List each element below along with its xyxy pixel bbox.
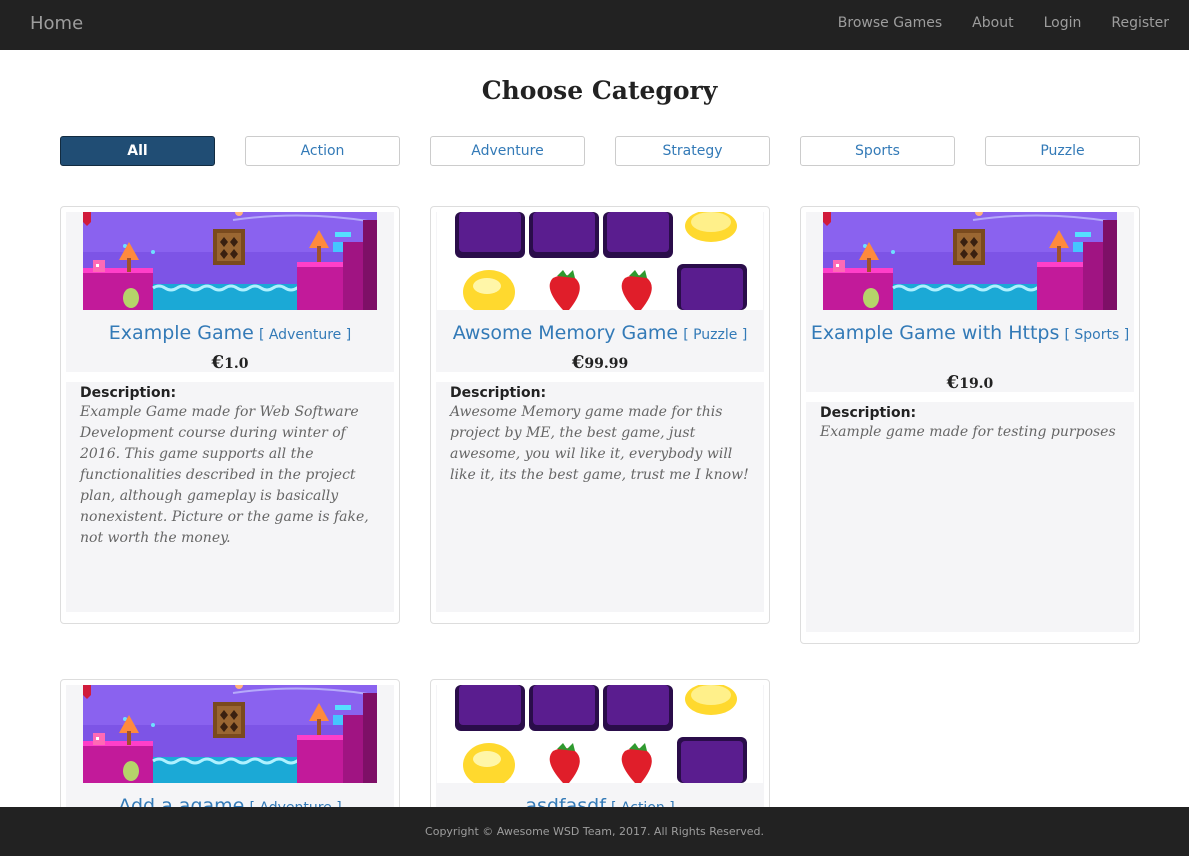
game-category-link[interactable]: [ Sports ]	[1064, 327, 1129, 343]
copyright-text: Copyright © Awesome WSD Team, 2017. All …	[425, 825, 764, 838]
description-text: Example Game made for Web Software Devel…	[80, 404, 369, 546]
card-title: Example Game [ Adventure ]	[66, 322, 394, 346]
home-link[interactable]: Home	[30, 13, 83, 34]
game-thumbnail-image[interactable]	[437, 685, 763, 783]
description-text: Awesome Memory game made for this projec…	[450, 404, 749, 483]
category-button-sports[interactable]: Sports	[800, 136, 955, 166]
category-button-puzzle[interactable]: Puzzle	[985, 136, 1140, 166]
card-header: Awsome Memory Game [ Puzzle ] €99.99	[436, 212, 764, 373]
category-button-action[interactable]: Action	[245, 136, 400, 166]
category-button-adventure[interactable]: Adventure	[430, 136, 585, 166]
card-title: Example Game with Https [ Sports ]	[806, 322, 1134, 346]
description-label: Description:	[450, 385, 547, 401]
description-box: Description: Example Game made for Web S…	[66, 382, 394, 612]
card-header: Example Game [ Adventure ] €1.0	[66, 212, 394, 373]
game-title-link[interactable]: Example Game	[109, 322, 254, 344]
game-price: €99.99	[571, 352, 629, 373]
game-thumbnail-image[interactable]	[83, 685, 377, 783]
game-title-link[interactable]: Example Game with Https	[811, 322, 1060, 344]
description-text: Example game made for testing purposes	[820, 424, 1116, 440]
top-navbar: Home Browse Games About Login Register	[0, 0, 1189, 50]
login-link[interactable]: Login	[1044, 15, 1082, 31]
game-category-link[interactable]: [ Puzzle ]	[683, 327, 747, 343]
game-title-link[interactable]: Awsome Memory Game	[453, 322, 678, 344]
game-price: €1.0	[211, 352, 249, 373]
description-box: Description: Example game made for testi…	[806, 402, 1134, 632]
nav-links: Browse Games About Login Register	[808, 15, 1169, 31]
card-title: Awsome Memory Game [ Puzzle ]	[436, 322, 764, 346]
game-thumbnail-image[interactable]	[823, 212, 1117, 310]
game-card: Example Game [ Adventure ] €1.0 Descript…	[60, 206, 400, 624]
category-button-all[interactable]: All	[60, 136, 215, 166]
register-link[interactable]: Register	[1111, 15, 1169, 31]
game-card: Example Game with Https [ Sports ] €19.0…	[800, 206, 1140, 644]
browse-games-link[interactable]: Browse Games	[838, 15, 942, 31]
description-box: Description: Awesome Memory game made fo…	[436, 382, 764, 612]
description-label: Description:	[80, 385, 177, 401]
game-category-link[interactable]: [ Adventure ]	[259, 327, 351, 343]
game-price: €19.0	[946, 372, 994, 393]
card-header: Example Game with Https [ Sports ] €19.0	[806, 212, 1134, 393]
page-title: Choose Category	[481, 76, 718, 105]
game-thumbnail-image[interactable]	[83, 212, 377, 310]
about-link[interactable]: About	[972, 15, 1013, 31]
game-card: Awsome Memory Game [ Puzzle ] €99.99 Des…	[430, 206, 770, 624]
category-button-strategy[interactable]: Strategy	[615, 136, 770, 166]
footer: Copyright © Awesome WSD Team, 2017. All …	[0, 807, 1189, 856]
description-label: Description:	[820, 405, 917, 421]
game-thumbnail-image[interactable]	[437, 212, 763, 310]
